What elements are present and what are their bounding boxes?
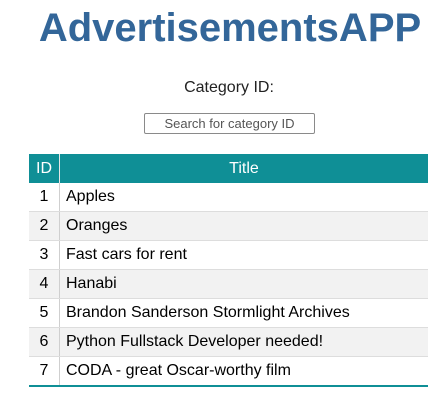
category-id-label: Category ID:	[184, 79, 274, 96]
row-title-cell: Apples	[59, 183, 428, 212]
table-header: ID Title	[29, 154, 428, 183]
table-row: 4 Hanabi	[29, 269, 428, 299]
table-header-row: ID Title	[29, 154, 428, 183]
row-id-cell: 2	[29, 211, 60, 241]
row-title-cell: Oranges	[59, 211, 428, 241]
table-row: 1 Apples	[29, 183, 428, 212]
category-search-input[interactable]	[144, 113, 315, 134]
table-row: 7 CODA - great Oscar-worthy film	[29, 356, 428, 387]
row-id-cell: 3	[29, 240, 60, 270]
table-body: 1 Apples 2 Oranges 3 Fast cars for rent …	[29, 183, 428, 387]
app-title: AdvertisementsAPP	[38, 6, 422, 50]
row-id-cell: 1	[29, 183, 60, 212]
table-row: 6 Python Fullstack Developer needed!	[29, 327, 428, 357]
row-title-cell: CODA - great Oscar-worthy film	[59, 356, 428, 387]
table-row: 3 Fast cars for rent	[29, 240, 428, 270]
row-id-cell: 4	[29, 269, 60, 299]
advertisements-table-container: ID Title 1 Apples 2 Oranges 3 Fast cars …	[29, 154, 428, 387]
row-title-cell: Hanabi	[59, 269, 428, 299]
table-row: 2 Oranges	[29, 211, 428, 241]
column-header-id: ID	[29, 154, 60, 183]
row-title-cell: Brandon Sanderson Stormlight Archives	[59, 298, 428, 328]
row-id-cell: 7	[29, 356, 60, 387]
row-title-cell: Python Fullstack Developer needed!	[59, 327, 428, 357]
table-row: 5 Brandon Sanderson Stormlight Archives	[29, 298, 428, 328]
advertisements-table: ID Title 1 Apples 2 Oranges 3 Fast cars …	[29, 154, 428, 387]
row-id-cell: 5	[29, 298, 60, 328]
row-title-cell: Fast cars for rent	[59, 240, 428, 270]
column-header-title: Title	[59, 154, 428, 183]
row-id-cell: 6	[29, 327, 60, 357]
